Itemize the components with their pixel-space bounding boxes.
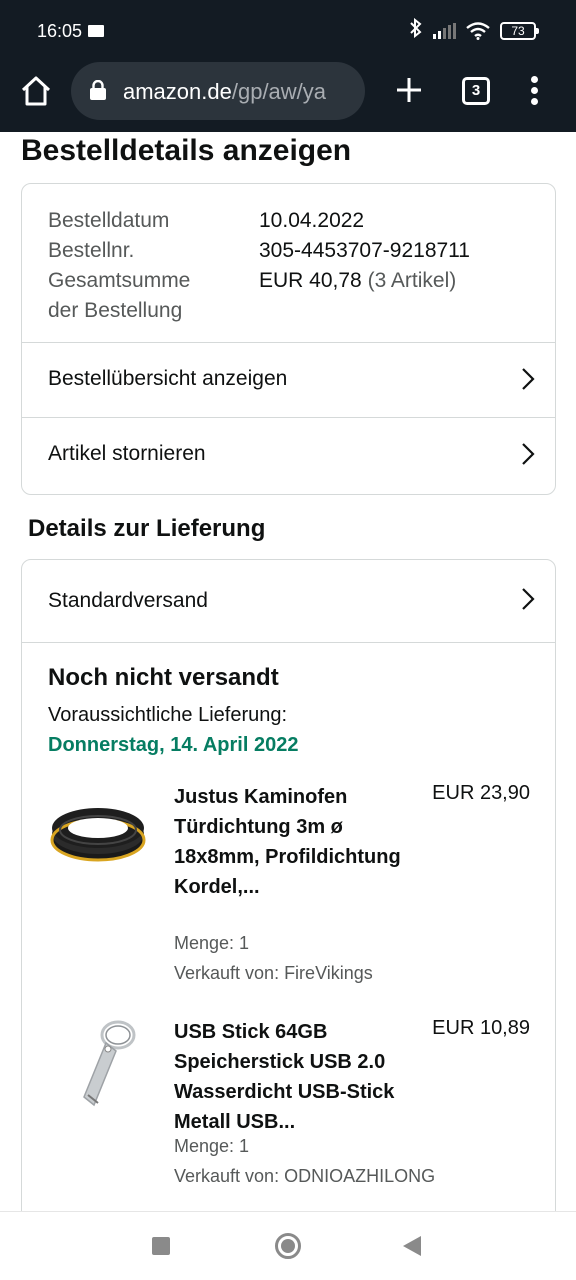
- shipping-method-label: Standardversand: [48, 589, 208, 612]
- chevron-right-icon: [521, 442, 535, 466]
- order-date-label: Bestelldatum: [48, 209, 170, 232]
- recents-icon[interactable]: [152, 1237, 170, 1255]
- order-info: Bestelldatum 10.04.2022 Bestellnr. 305-4…: [48, 206, 470, 326]
- order-number-label: Bestellnr.: [48, 239, 135, 262]
- page-title: Bestelldetails anzeigen: [21, 134, 352, 167]
- order-overview-link[interactable]: Bestellübersicht anzeigen: [22, 342, 555, 417]
- cell-signal-icon: [433, 22, 456, 39]
- order-summary-card: Bestelldatum 10.04.2022 Bestellnr. 305-4…: [21, 183, 556, 495]
- lock-icon: [89, 79, 107, 100]
- product-price: EUR 23,90: [432, 782, 530, 804]
- address-bar[interactable]: amazon.de/gp/aw/ya: [71, 62, 365, 120]
- order-number-row: Bestellnr. 305-4453707-9218711: [48, 236, 470, 266]
- status-bar: 16:05 73: [0, 0, 576, 62]
- product-quantity: Menge: 1: [174, 933, 250, 953]
- battery-icon: 73: [500, 21, 539, 40]
- plus-icon[interactable]: [393, 74, 425, 106]
- bluetooth-icon: [409, 17, 423, 43]
- url-host: amazon.de: [123, 79, 232, 104]
- browser-toolbar: amazon.de/gp/aw/ya 3: [0, 62, 576, 132]
- home-circle-icon[interactable]: [275, 1233, 301, 1259]
- order-total-label-line1: Gesamtsumme: [48, 269, 191, 292]
- order-total-label: Gesamtsumme der Bestellung: [48, 266, 259, 326]
- product-image-usb[interactable]: [48, 1015, 148, 1115]
- product-image-seal[interactable]: [48, 780, 148, 880]
- url-text: amazon.de/gp/aw/ya: [123, 79, 326, 105]
- order-date-value: 10.04.2022: [259, 209, 365, 232]
- product-title-link[interactable]: Justus Kaminofen Türdichtung 3m ø 18x8mm…: [174, 782, 414, 902]
- home-icon[interactable]: [18, 73, 54, 109]
- chevron-right-icon: [521, 367, 535, 391]
- order-date-row: Bestelldatum 10.04.2022: [48, 206, 470, 236]
- delivery-card: Standardversand Noch nicht versandt Vora…: [21, 559, 556, 1259]
- chevron-right-icon: [521, 587, 535, 611]
- delivery-section-title: Details zur Lieferung: [28, 515, 266, 542]
- product-seller: Verkauft von: ODNIOAZHILONG: [174, 1166, 436, 1186]
- order-number-value: 305-4453707-9218711: [259, 239, 470, 262]
- order-overview-label: Bestellübersicht anzeigen: [48, 367, 288, 390]
- back-icon[interactable]: [403, 1236, 421, 1256]
- mail-notification-icon: [88, 25, 104, 37]
- status-icons: 73: [409, 17, 539, 43]
- product-price: EUR 10,89: [432, 1017, 530, 1039]
- order-total-label-line2: der Bestellung: [48, 299, 183, 322]
- product-title-link[interactable]: USB Stick 64GB Speicherstick USB 2.0 Was…: [174, 1017, 414, 1137]
- order-total-amount: EUR 40,78: [259, 269, 362, 292]
- cancel-items-label: Artikel stornieren: [48, 442, 206, 465]
- tab-switcher-button[interactable]: 3: [462, 77, 490, 105]
- product-seller: Verkauft von: FireVikings: [174, 963, 373, 983]
- more-vertical-icon[interactable]: [525, 75, 545, 107]
- system-navigation-bar: [0, 1211, 576, 1280]
- url-path: /gp/aw/ya: [231, 79, 327, 104]
- eta-label: Voraussichtliche Lieferung:: [48, 704, 288, 726]
- wifi-icon: [466, 21, 490, 40]
- product-quantity: Menge: 1: [174, 1136, 250, 1156]
- status-time: 16:05: [37, 21, 83, 41]
- order-total-value: EUR 40,78 (3 Artikel): [259, 266, 456, 326]
- order-total-items: (3 Artikel): [367, 269, 457, 292]
- cancel-items-link[interactable]: Artikel stornieren: [22, 417, 555, 492]
- shipment-status: Noch nicht versandt: [48, 664, 279, 691]
- shipping-method-link[interactable]: Standardversand: [22, 560, 555, 643]
- eta-date: Donnerstag, 14. April 2022: [48, 734, 299, 756]
- order-total-row: Gesamtsumme der Bestellung EUR 40,78 (3 A…: [48, 266, 470, 326]
